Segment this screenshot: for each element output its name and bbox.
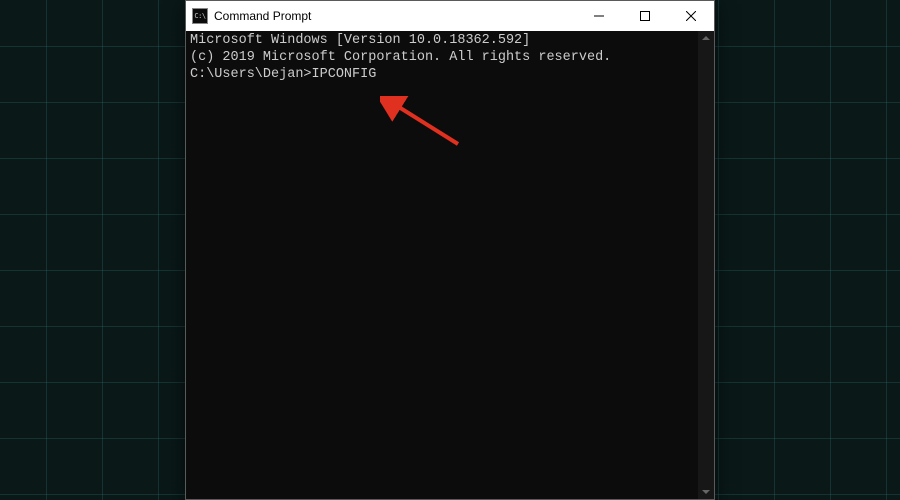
close-icon <box>686 11 696 21</box>
maximize-icon <box>640 11 650 21</box>
terminal-area[interactable]: Microsoft Windows [Version 10.0.18362.59… <box>186 31 714 499</box>
app-icon: C:\ <box>192 8 208 24</box>
minimize-button[interactable] <box>576 1 622 31</box>
titlebar[interactable]: C:\ Command Prompt <box>186 1 714 31</box>
minimize-icon <box>594 11 604 21</box>
copyright-line: (c) 2019 Microsoft Corporation. All righ… <box>190 50 710 67</box>
command-prompt-window: C:\ Command Prompt Microsoft Windows [Ve… <box>185 0 715 500</box>
close-button[interactable] <box>668 1 714 31</box>
prompt-path: C:\Users\Dejan> <box>190 67 312 82</box>
vertical-scrollbar[interactable] <box>698 31 714 499</box>
version-line: Microsoft Windows [Version 10.0.18362.59… <box>190 33 710 50</box>
typed-command: IPCONFIG <box>312 67 377 82</box>
window-title: Command Prompt <box>214 9 576 23</box>
window-controls <box>576 1 714 31</box>
maximize-button[interactable] <box>622 1 668 31</box>
prompt-line: C:\Users\Dejan>IPCONFIG <box>190 67 710 84</box>
